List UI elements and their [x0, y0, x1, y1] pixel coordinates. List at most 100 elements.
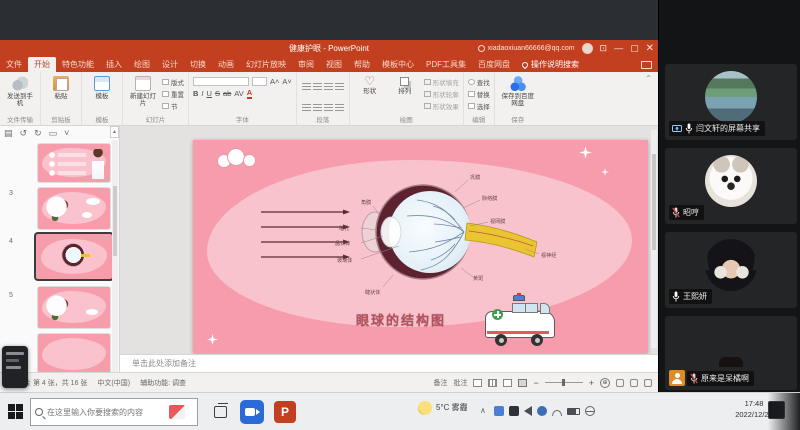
slideshow-view-icon[interactable] — [518, 379, 527, 387]
slide-sorter-view-icon[interactable] — [488, 379, 497, 387]
thumbnail-scroll-up-icon[interactable]: ▴ — [110, 126, 119, 138]
volume-icon[interactable] — [524, 406, 532, 416]
replace-button[interactable]: 替换 — [468, 89, 490, 99]
indent-increase-icon[interactable] — [335, 83, 344, 90]
weather-widget[interactable]: 5°C 雾霾 — [418, 401, 468, 415]
tab-file[interactable]: 文件 — [0, 57, 28, 72]
font-color-button[interactable]: A — [247, 89, 252, 99]
slide-canvas[interactable]: 角膜 瞳孔 晶状体 玻璃体 睫状体 巩膜 脉络膜 视网膜 视神经 黄斑 眼球的结… — [193, 140, 648, 353]
tab-design[interactable]: 设计 — [156, 57, 184, 72]
meeting-app-taskbar-icon[interactable] — [240, 400, 264, 424]
start-button[interactable] — [8, 404, 23, 419]
qat-more-icon[interactable]: ˅ — [64, 128, 69, 139]
tab-template-center[interactable]: 模板中心 — [376, 57, 420, 72]
zoom-slider[interactable] — [545, 382, 583, 383]
account-avatar[interactable] — [582, 43, 593, 54]
justify-icon[interactable] — [335, 104, 344, 111]
taskbar-search-box[interactable] — [30, 398, 198, 426]
editor-scrollbar[interactable] — [651, 130, 657, 348]
accessibility-status[interactable]: 辅助功能: 调查 — [140, 378, 186, 388]
new-slide-button[interactable]: 新建幻灯片 — [127, 75, 159, 114]
shape-outline-button[interactable]: 形状轮廓 — [424, 89, 459, 99]
participant-tile[interactable]: 王熙妍 — [665, 232, 797, 308]
font-size-box[interactable] — [252, 77, 267, 86]
normal-view-icon[interactable] — [473, 379, 482, 387]
floating-menu-widget[interactable] — [2, 346, 28, 388]
tell-me-search[interactable]: 操作说明搜索 — [516, 57, 585, 72]
battery-icon[interactable] — [567, 408, 580, 415]
tray-app-icon[interactable] — [494, 406, 504, 416]
overlay-grid-icon[interactable] — [644, 379, 652, 387]
thumbnail-slide-6[interactable] — [38, 334, 110, 372]
slideshow-from-start-icon[interactable]: ▭ — [49, 128, 58, 139]
shapes-button[interactable]: ♡ 形状 — [354, 75, 386, 114]
participant-tile[interactable]: 昭哼 — [665, 148, 797, 224]
template-button[interactable]: 模板 — [86, 75, 118, 114]
reading-view-icon[interactable] — [503, 379, 512, 387]
find-button[interactable]: 查找 — [468, 77, 490, 87]
notes-bar[interactable]: 单击此处添加备注 — [120, 354, 658, 372]
task-view-icon[interactable] — [214, 406, 227, 418]
grow-font-button[interactable]: A˄ — [270, 78, 279, 86]
numbering-icon[interactable] — [313, 83, 322, 90]
zoom-out-icon[interactable]: − — [533, 378, 538, 388]
paste-button[interactable]: 粘贴 — [45, 75, 77, 114]
fit-to-window-icon[interactable]: ⊕ — [600, 378, 610, 388]
tab-home[interactable]: 开始 — [28, 57, 56, 72]
redo-icon[interactable]: ↻ — [34, 128, 42, 139]
minimize-icon[interactable]: — — [614, 44, 623, 53]
arrange-button[interactable]: 排列 — [389, 75, 421, 114]
thumbnail-slide-5[interactable] — [38, 287, 110, 328]
tab-baidu-pan[interactable]: 百度网盘 — [472, 57, 516, 72]
tab-draw[interactable]: 绘图 — [128, 57, 156, 72]
collapse-ribbon-icon[interactable]: ⌃ — [639, 72, 658, 125]
comments-toggle-button[interactable]: 批注 — [453, 378, 467, 388]
participant-tile-sharing[interactable]: 闫文轩的屏幕共享 — [665, 64, 797, 140]
powerpoint-taskbar-icon[interactable]: P — [274, 401, 296, 423]
tray-phone-icon[interactable] — [509, 406, 519, 416]
strikethrough-button[interactable]: S — [215, 90, 220, 98]
tray-sync-icon[interactable] — [537, 406, 547, 416]
ribbon-display-options-icon[interactable]: ⊡ — [600, 44, 608, 53]
notes-toggle-button[interactable]: 备注 — [433, 378, 447, 388]
restore-icon[interactable]: ▢ — [630, 44, 639, 53]
shrink-font-button[interactable]: A˅ — [282, 78, 291, 86]
tab-slideshow[interactable]: 幻灯片放映 — [240, 57, 292, 72]
share-icon[interactable] — [641, 61, 652, 69]
tab-special-features[interactable]: 特色功能 — [56, 57, 100, 72]
indent-decrease-icon[interactable] — [324, 83, 333, 90]
align-right-icon[interactable] — [324, 104, 333, 111]
shape-fill-button[interactable]: 形状填充 — [424, 77, 459, 87]
save-icon[interactable]: ▤ — [4, 128, 13, 139]
underline-button[interactable]: U — [207, 90, 212, 98]
participant-tile[interactable]: 原来是呆橘啊 — [665, 316, 797, 390]
search-promo-icon[interactable] — [169, 405, 185, 419]
tray-expand-icon[interactable]: ∧ — [480, 406, 486, 415]
wifi-icon[interactable] — [552, 410, 562, 416]
overlay-person-icon[interactable] — [630, 379, 638, 387]
tab-review[interactable]: 审阅 — [292, 57, 320, 72]
tab-view[interactable]: 视图 — [320, 57, 348, 72]
align-center-icon[interactable] — [313, 104, 322, 111]
tab-animations[interactable]: 动画 — [212, 57, 240, 72]
tab-pdf-tools[interactable]: PDF工具集 — [420, 57, 472, 72]
layout-button[interactable]: 版式 — [162, 77, 184, 87]
zoom-in-icon[interactable]: + — [589, 378, 594, 388]
close-icon[interactable]: ✕ — [646, 44, 654, 54]
slide-title[interactable]: 眼球的结构图 — [321, 310, 481, 329]
thumbnail-scrollbar[interactable] — [112, 140, 118, 372]
char-spacing-button[interactable]: AV — [234, 90, 243, 98]
thumbnail-slide-4-selected[interactable] — [36, 234, 112, 279]
send-to-phone-button[interactable]: 发送到手机 — [4, 75, 36, 114]
search-input[interactable] — [47, 408, 165, 417]
bold-button[interactable]: B — [193, 90, 198, 98]
shadow-button[interactable]: ab — [223, 90, 231, 98]
save-to-baidu-button[interactable]: 保存到百度网盘 — [499, 75, 537, 114]
align-left-icon[interactable] — [302, 104, 311, 111]
overlay-mic-icon[interactable] — [616, 379, 624, 387]
thumbnail-slide-2[interactable] — [38, 144, 110, 182]
reset-button[interactable]: 重置 — [162, 89, 184, 99]
undo-icon[interactable]: ↺ — [20, 128, 28, 139]
section-button[interactable]: 节 — [162, 101, 184, 111]
account-area[interactable]: xiadaoxiuan66666@qq.com — [478, 45, 575, 52]
